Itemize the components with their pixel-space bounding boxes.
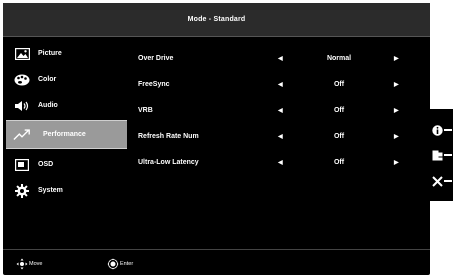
move-label: Move (29, 261, 43, 267)
setting-value: Off (333, 158, 345, 166)
sidebar-item-label: Color (38, 76, 57, 83)
menu-title: Mode - Standard (187, 16, 246, 23)
arrow-right-icon[interactable]: ▶ (394, 81, 399, 88)
sidebar-item-label: System (38, 187, 63, 194)
sidebar: Picture Color Audio Performance OSD Syst… (6, 42, 127, 205)
move-hint: Move (16, 258, 42, 270)
sidebar-item-performance[interactable]: Performance (6, 120, 127, 149)
sidebar-item-osd[interactable]: OSD (6, 153, 127, 176)
arrow-left-icon[interactable]: ◀ (278, 107, 283, 114)
setting-row-freesync[interactable]: FreeSync ◀ Off ▶ (136, 71, 408, 97)
hotkey-tick (444, 154, 452, 156)
setting-row-over-drive[interactable]: Over Drive ◀ Normal ▶ (136, 45, 408, 71)
setting-value: Off (333, 132, 345, 140)
enter-hint: Enter (107, 258, 133, 270)
speaker-icon (13, 99, 31, 113)
arrow-left-icon[interactable]: ◀ (278, 55, 283, 62)
sidebar-item-audio[interactable]: Audio (6, 94, 127, 117)
setting-value: Off (333, 106, 345, 114)
settings-panel: Over Drive ◀ Normal ▶ FreeSync ◀ Off ▶ V… (136, 45, 408, 175)
sidebar-item-label: Performance (43, 131, 86, 138)
sidebar-item-label: Audio (38, 102, 58, 109)
arrow-left-icon[interactable]: ◀ (278, 133, 283, 140)
enter-label: Enter (120, 261, 134, 267)
sidebar-item-picture[interactable]: Picture (6, 42, 127, 65)
sidebar-item-label: OSD (38, 161, 54, 168)
footer-divider (3, 249, 430, 250)
close-icon (430, 175, 444, 187)
setting-value: Off (333, 80, 345, 88)
sidebar-item-system[interactable]: System (6, 179, 127, 202)
sidebar-item-color[interactable]: Color (6, 68, 127, 91)
arrow-right-icon[interactable]: ▶ (394, 159, 399, 166)
sidebar-item-label: Picture (38, 50, 62, 57)
joystick-icon (16, 258, 28, 270)
arrow-right-icon[interactable]: ▶ (394, 107, 399, 114)
arrow-right-icon[interactable]: ▶ (394, 133, 399, 140)
setting-value: Normal (326, 54, 352, 62)
arrow-left-icon[interactable]: ◀ (278, 159, 283, 166)
hotkey-tick (444, 129, 452, 131)
arrow-left-icon[interactable]: ◀ (278, 81, 283, 88)
osd-menu: Mode - Standard Picture Color Audio Perf… (3, 3, 430, 275)
setting-row-refresh-rate-num[interactable]: Refresh Rate Num ◀ Off ▶ (136, 123, 408, 149)
setting-row-vrb[interactable]: VRB ◀ Off ▶ (136, 97, 408, 123)
arrow-right-icon[interactable]: ▶ (394, 55, 399, 62)
hotkey-panel (430, 109, 453, 201)
hotkey-input[interactable] (430, 146, 453, 164)
setting-label: VRB (138, 106, 153, 114)
trend-arrow-icon (13, 128, 31, 142)
picture-icon (13, 47, 31, 61)
title-bar: Mode - Standard (3, 3, 430, 37)
palette-icon (13, 73, 31, 87)
hotkey-close[interactable] (430, 172, 453, 190)
setting-label: FreeSync (138, 80, 170, 88)
footer: Move Enter (3, 252, 430, 274)
setting-label: Over Drive (138, 54, 174, 62)
joystick-icon (107, 258, 119, 270)
setting-label: Refresh Rate Num (138, 132, 199, 140)
setting-row-ultra-low-latency[interactable]: Ultra-Low Latency ◀ Off ▶ (136, 149, 408, 175)
hotkey-tick (444, 180, 452, 182)
osd-window-icon (13, 158, 31, 172)
input-source-icon (430, 150, 444, 161)
info-icon (430, 124, 444, 136)
setting-label: Ultra-Low Latency (138, 158, 199, 166)
hotkey-info[interactable] (430, 121, 453, 139)
gear-icon (13, 183, 31, 198)
